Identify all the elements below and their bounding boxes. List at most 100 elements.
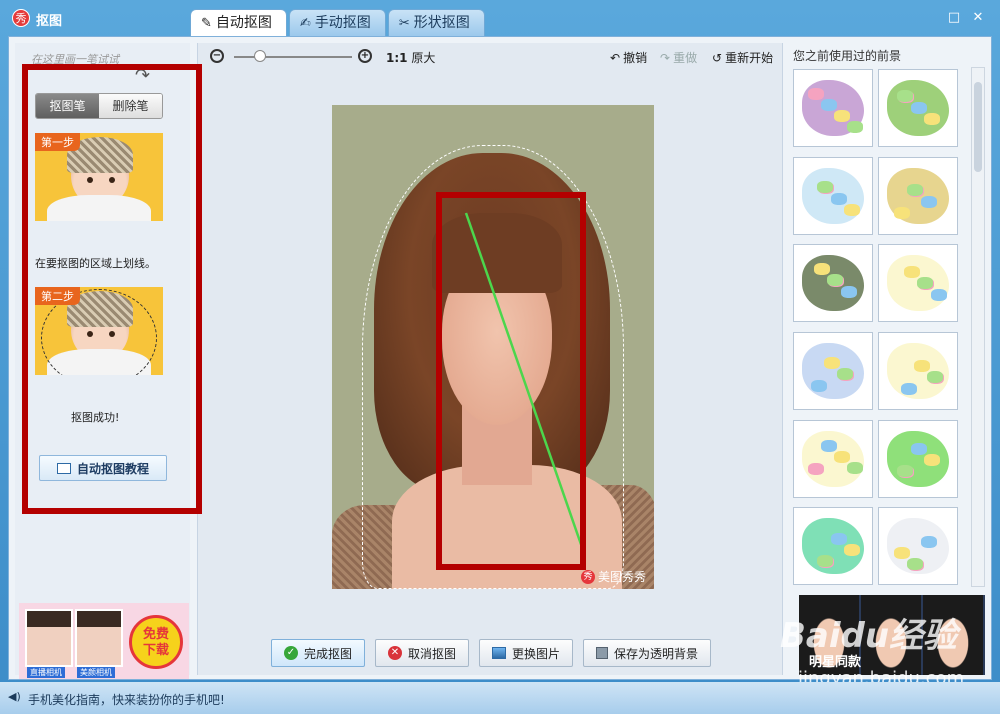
map-region — [831, 533, 847, 546]
foreground-thumbnail[interactable] — [878, 69, 958, 147]
map-region — [894, 206, 910, 219]
map-region — [911, 102, 927, 114]
zoom-slider-knob[interactable] — [254, 50, 266, 62]
map-region — [817, 180, 833, 193]
tab-label: 形状抠图 — [413, 14, 470, 31]
map-region — [814, 263, 830, 276]
maximize-button[interactable]: □ — [946, 10, 962, 26]
map-region — [811, 379, 827, 392]
map-region — [931, 289, 947, 302]
meitu-watermark: 秀 美图秀秀 — [580, 568, 646, 585]
foreground-thumbnail[interactable] — [793, 156, 873, 235]
ad-photo — [75, 609, 123, 667]
scrollbar-thumb[interactable] — [974, 82, 982, 172]
brush-icon: ✎ — [201, 15, 212, 31]
cancel-icon: ✕ — [387, 646, 402, 660]
map-region — [904, 266, 920, 279]
map-region — [821, 439, 837, 452]
foreground-thumbnail[interactable] — [793, 331, 873, 410]
redo-button[interactable]: ↷ 重做 — [660, 49, 697, 66]
map-region — [841, 286, 857, 299]
map-region — [921, 536, 937, 549]
badge-line: 免费 — [142, 627, 169, 642]
foreground-thumbnail[interactable] — [878, 331, 958, 410]
map-region — [847, 461, 863, 474]
cancel-cutout-button[interactable]: ✕ 取消抠图 — [374, 639, 469, 667]
thumbnail-scrollbar[interactable] — [971, 67, 985, 587]
status-bar: ◀) 手机美化指南，快来装扮你的手机吧! — [0, 682, 1000, 714]
undo-icon: ↶ — [610, 50, 621, 65]
map-region — [907, 558, 923, 571]
map-region — [924, 453, 940, 466]
foreground-thumbnail[interactable] — [878, 156, 958, 235]
map-region — [808, 88, 824, 100]
title-bar: 秀 抠图 ✎ 自动抠图 ✍ 手动抠图 ✂ 形状抠图 □ ✕ — [0, 0, 1000, 36]
foreground-thumbnail[interactable] — [793, 419, 873, 498]
ratio-label: 1:1 — [386, 51, 408, 65]
meitu-logo-icon: 秀 — [580, 569, 595, 584]
shape-icon: ✂ — [398, 15, 410, 31]
tab-shape-cutout[interactable]: ✂ 形状抠图 — [387, 9, 485, 36]
map-region — [911, 442, 927, 455]
replace-label: 更换图片 — [512, 646, 561, 661]
map-region — [924, 113, 940, 125]
baidu-watermark: Baidu经验 — [780, 616, 958, 656]
restart-icon: ↺ — [712, 50, 723, 65]
map-region — [921, 195, 937, 208]
foreground-thumbnail[interactable] — [793, 69, 873, 147]
annotation-rect-left — [22, 64, 202, 514]
app-title: 抠图 — [36, 14, 63, 29]
tab-auto-cutout[interactable]: ✎ 自动抠图 — [190, 9, 287, 36]
app-logo-icon: 秀 — [12, 9, 30, 27]
map-region — [847, 121, 863, 133]
zoom-out-icon[interactable]: − — [210, 49, 224, 63]
finish-label: 完成抠图 — [303, 646, 352, 661]
map-region — [824, 356, 840, 369]
status-text[interactable]: 手机美化指南，快来装扮你的手机吧! — [28, 691, 225, 708]
foreground-thumbnail[interactable] — [793, 244, 873, 323]
save-transparent-button[interactable]: 保存为透明背景 — [583, 639, 712, 667]
map-region — [894, 547, 910, 560]
map-region — [844, 544, 860, 557]
map-region — [897, 464, 913, 477]
image-icon — [492, 647, 506, 659]
foreground-thumbnail[interactable] — [878, 244, 958, 323]
map-region — [897, 90, 913, 102]
zoom-in-icon[interactable]: + — [358, 49, 372, 63]
map-region — [834, 110, 850, 122]
tab-manual-cutout[interactable]: ✍ 手动抠图 — [288, 9, 386, 36]
map-region — [821, 99, 837, 111]
right-panel: 您之前使用过的前景 明星同款 — [787, 43, 991, 675]
check-icon: ✓ — [283, 646, 298, 660]
ad-caption: 直播相机 — [27, 667, 65, 678]
original-label: 原大 — [411, 51, 436, 65]
watermark-text: 美图秀秀 — [597, 570, 646, 584]
restart-label: 重新开始 — [725, 51, 774, 65]
canvas-toolbar: − + 1:1 原大 ↶ 撤销 ↷ 重做 ↺ 重新开始 — [198, 43, 784, 71]
foreground-thumbnail[interactable] — [793, 507, 873, 586]
save-label: 保存为透明背景 — [614, 646, 699, 661]
foreground-thumbnail[interactable] — [878, 507, 958, 586]
finish-cutout-button[interactable]: ✓ 完成抠图 — [270, 639, 365, 667]
annotation-rect-center — [436, 192, 586, 570]
map-region — [827, 274, 843, 287]
original-size-button[interactable]: 1:1 原大 — [386, 49, 435, 66]
restart-button[interactable]: ↺ 重新开始 — [712, 49, 773, 66]
redo-label: 重做 — [673, 51, 698, 65]
speaker-icon: ◀) — [8, 690, 21, 703]
undo-button[interactable]: ↶ 撤销 — [610, 49, 647, 66]
left-ad-banner[interactable]: 直播相机 美颜相机 免费 下载 — [19, 603, 189, 679]
zoom-slider-track[interactable] — [234, 56, 352, 58]
hand-brush-icon: ✍ — [299, 15, 311, 31]
app-window: 秀 抠图 ✎ 自动抠图 ✍ 手动抠图 ✂ 形状抠图 □ ✕ 在这里画一笔试试 ↷… — [0, 0, 1000, 714]
map-region — [914, 359, 930, 372]
map-region — [837, 367, 853, 380]
undo-label: 撤销 — [623, 51, 648, 65]
map-region — [907, 183, 923, 196]
map-region — [917, 277, 933, 290]
replace-image-button[interactable]: 更换图片 — [479, 639, 574, 667]
foreground-thumbnail[interactable] — [878, 419, 958, 498]
tab-label: 手动抠图 — [314, 14, 371, 31]
map-region — [817, 555, 833, 568]
close-button[interactable]: ✕ — [970, 10, 986, 26]
